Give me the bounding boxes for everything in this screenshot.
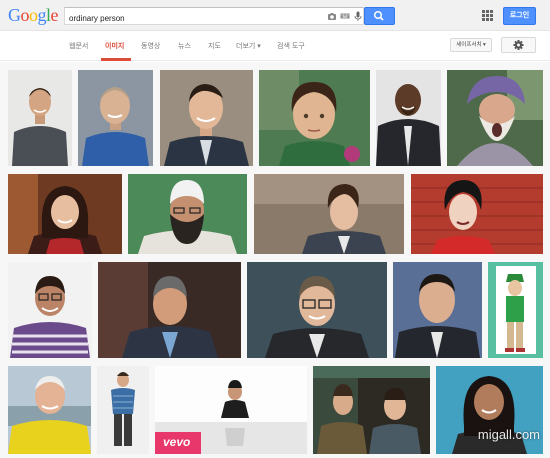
- top-bar: Google 로그인: [0, 0, 550, 31]
- image-result[interactable]: [8, 174, 122, 254]
- image-result[interactable]: [78, 70, 153, 166]
- image-result[interactable]: [8, 366, 91, 454]
- active-tab-indicator: [101, 58, 131, 61]
- image-result[interactable]: [128, 174, 247, 254]
- search-icon: [373, 10, 384, 21]
- image-result[interactable]: [8, 70, 72, 166]
- camera-icon[interactable]: [327, 11, 337, 21]
- safesearch-button[interactable]: 세이프서치 ▾: [450, 38, 492, 52]
- tab-web[interactable]: 웹문서: [69, 41, 88, 51]
- image-result[interactable]: [254, 174, 404, 254]
- image-result[interactable]: [488, 262, 543, 358]
- gear-icon: [513, 40, 524, 50]
- microphone-icon[interactable]: [353, 11, 363, 21]
- tab-search-tools[interactable]: 검색 도구: [277, 41, 305, 51]
- tab-more[interactable]: 더보기 ▾: [236, 41, 261, 51]
- vevo-logo: vevo: [163, 435, 191, 449]
- signin-button[interactable]: 로그인: [503, 7, 536, 25]
- image-result[interactable]: [447, 70, 543, 166]
- image-result[interactable]: [8, 262, 92, 358]
- google-logo[interactable]: Google: [8, 5, 58, 26]
- image-results-grid: vevo: [0, 62, 550, 458]
- image-result[interactable]: [393, 262, 482, 358]
- image-result[interactable]: [160, 70, 253, 166]
- tab-images[interactable]: 이미지: [105, 41, 124, 51]
- watermark: migall.com: [477, 427, 540, 442]
- image-result[interactable]: [98, 262, 241, 358]
- search-box: [64, 7, 364, 27]
- image-result[interactable]: [259, 70, 370, 166]
- keyboard-icon[interactable]: [340, 11, 350, 21]
- search-button[interactable]: [364, 7, 395, 25]
- image-result[interactable]: [97, 366, 149, 454]
- search-input[interactable]: [65, 10, 315, 27]
- image-result[interactable]: [411, 174, 543, 254]
- apps-grid-icon[interactable]: [482, 10, 493, 21]
- image-result[interactable]: vevo: [155, 366, 307, 454]
- image-result[interactable]: [376, 70, 441, 166]
- tab-videos[interactable]: 동영상: [141, 41, 160, 51]
- image-result[interactable]: [313, 366, 430, 454]
- image-result[interactable]: [247, 262, 387, 358]
- tab-maps[interactable]: 지도: [208, 41, 221, 51]
- settings-button[interactable]: [501, 37, 536, 53]
- tab-news[interactable]: 뉴스: [178, 41, 191, 51]
